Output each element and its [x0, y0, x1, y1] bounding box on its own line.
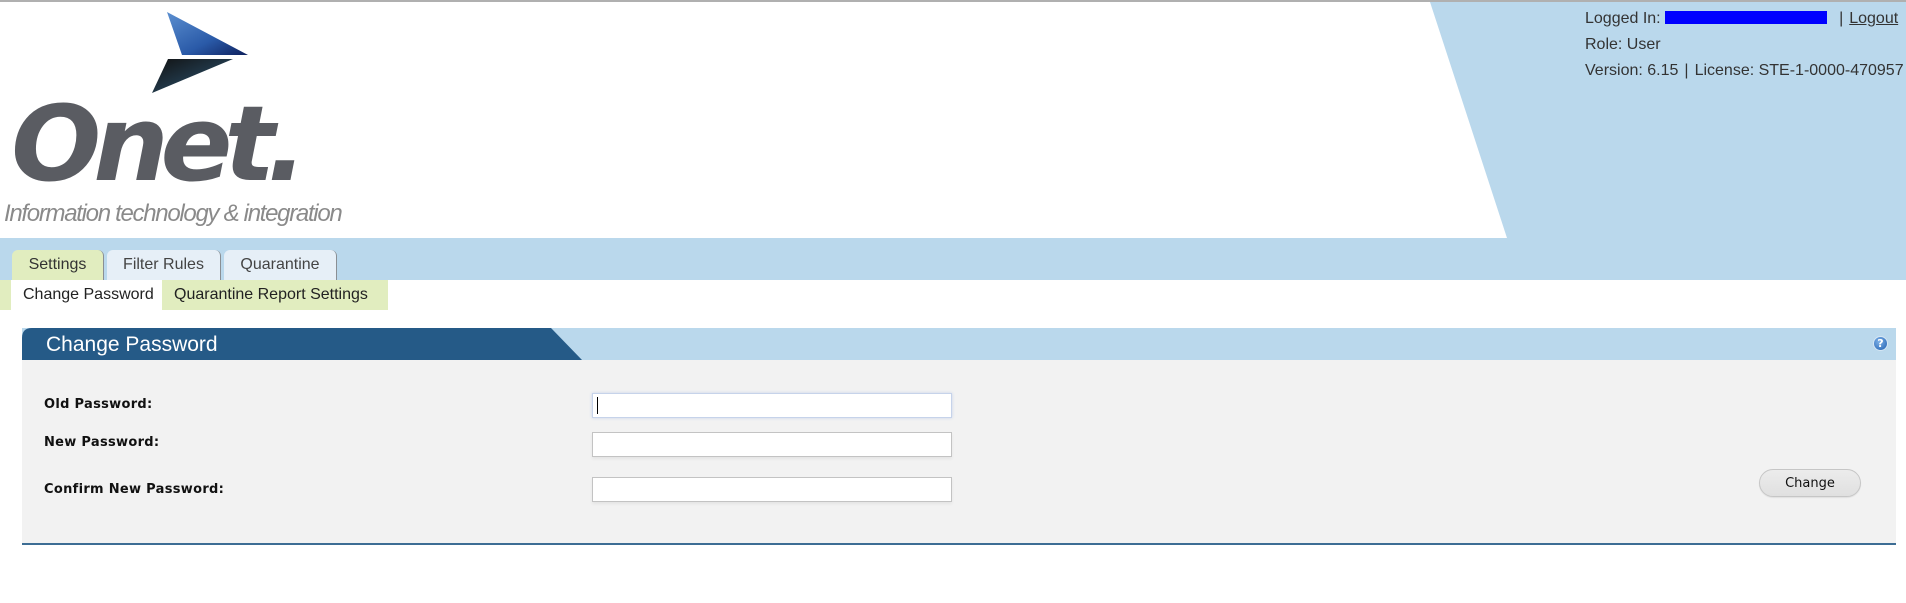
subnav-label: Quarantine Report Settings	[174, 286, 368, 303]
role-text: Role: User	[1585, 36, 1661, 53]
panel-bottom-border	[22, 543, 1896, 545]
logged-in-label: Logged In:	[1585, 10, 1661, 27]
new-password-input[interactable]	[592, 432, 952, 457]
separator: |	[1684, 62, 1689, 79]
subnav-label: Change Password	[23, 286, 154, 303]
tab-settings[interactable]: Settings	[12, 250, 104, 280]
user-info: Logged In: | Logout Role: User Version: 6…	[1585, 6, 1904, 84]
change-button[interactable]: Change	[1759, 469, 1861, 497]
text-caret	[597, 397, 598, 414]
new-password-label: New Password:	[44, 435, 160, 450]
panel-header	[22, 328, 1896, 360]
logo-tagline: Information technology & integration	[4, 200, 343, 227]
logo-wordmark: Onet.	[11, 83, 307, 205]
confirm-password-label: Confirm New Password:	[44, 482, 225, 497]
version-license-row: Version: 6.15 | License: STE-1-0000-470957	[1585, 58, 1904, 84]
question-circle-icon[interactable]: ?	[1873, 336, 1888, 351]
tab-filter-rules[interactable]: Filter Rules	[107, 250, 221, 280]
subnav-quarantine-report-settings[interactable]: Quarantine Report Settings	[162, 280, 388, 310]
tab-label: Quarantine	[240, 256, 320, 273]
version-text: Version: 6.15	[1585, 62, 1679, 79]
separator: |	[1839, 10, 1844, 27]
tab-label: Filter Rules	[123, 256, 204, 273]
tab-quarantine[interactable]: Quarantine	[224, 250, 337, 280]
redacted-username	[1665, 11, 1828, 24]
subnav-change-password[interactable]: Change Password	[11, 280, 162, 310]
logged-in-row: Logged In: | Logout	[1585, 6, 1904, 32]
old-password-label: Old Password:	[44, 397, 153, 412]
change-password-form	[22, 360, 1896, 544]
panel-title: Change Password	[46, 333, 218, 356]
license-text: License: STE-1-0000-470957	[1694, 62, 1904, 79]
tab-label: Settings	[28, 256, 87, 273]
help-glyph: ?	[1877, 337, 1884, 350]
confirm-password-input[interactable]	[592, 477, 952, 502]
onet-logo: Onet. Information technology & integrati…	[0, 0, 343, 236]
old-password-input[interactable]	[592, 393, 952, 418]
logout-link[interactable]: Logout	[1849, 10, 1898, 27]
